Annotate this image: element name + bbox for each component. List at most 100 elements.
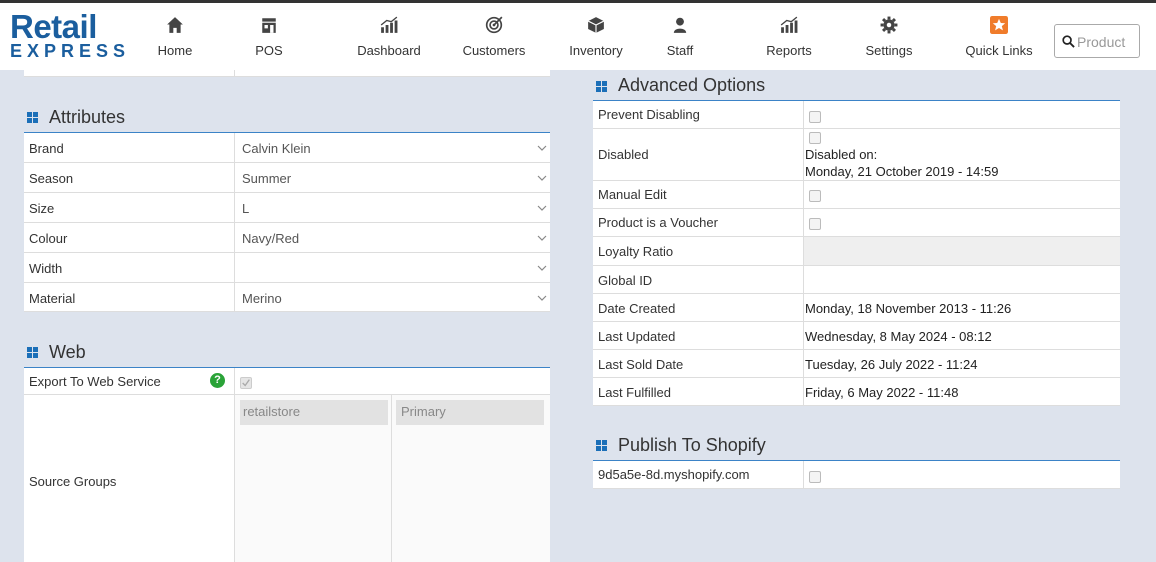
last-updated-row: Last Updated Wednesday, 8 May 2024 - 08:… — [593, 322, 1120, 350]
attribute-label: Size — [29, 201, 55, 216]
logo-line2: EXPRESS — [10, 41, 131, 61]
loyalty-ratio-row: Loyalty Ratio — [593, 237, 1120, 266]
export-checkbox[interactable] — [240, 377, 252, 389]
global-id-field[interactable] — [804, 266, 1120, 293]
material-select[interactable]: Merino — [235, 283, 550, 311]
disabled-on-label: Disabled on: — [805, 147, 878, 162]
season-value: Summer — [242, 171, 292, 186]
manual-edit-checkbox[interactable] — [809, 190, 821, 202]
target-icon — [460, 13, 528, 37]
prevent-disabling-row: Prevent Disabling — [593, 101, 1120, 129]
shopify-publish-checkbox[interactable] — [809, 471, 821, 483]
nav-home[interactable]: Home — [150, 13, 200, 67]
nav-staff-label: Staff — [666, 43, 694, 58]
web-table: Export To Web Service ? Source Groups re… — [24, 368, 550, 562]
search-icon — [1062, 35, 1075, 48]
shopify-section-title: Publish To Shopify — [593, 429, 1120, 461]
last-updated-label: Last Updated — [598, 329, 676, 344]
web-section-title: Web — [24, 336, 550, 368]
previous-section-row — [24, 70, 550, 77]
source-groups-selected-list: Primary — [392, 395, 550, 562]
bar-chart-icon — [352, 13, 426, 37]
source-group-primary[interactable]: Primary — [396, 400, 544, 425]
advanced-options-table: Prevent Disabling Disabled Disabled on: … — [593, 101, 1120, 406]
nav-staff[interactable]: Staff — [660, 13, 700, 67]
export-label: Export To Web Service — [29, 374, 161, 389]
top-navigation-bar: Retail EXPRESS Home POS Dashboard Custom… — [0, 0, 1156, 70]
search-input[interactable] — [1077, 31, 1137, 53]
nav-pos[interactable]: POS — [245, 13, 293, 67]
brand-value: Calvin Klein — [242, 141, 311, 156]
last-sold-label: Last Sold Date — [598, 357, 684, 372]
loyalty-ratio-label: Loyalty Ratio — [598, 244, 674, 259]
source-groups-row: Source Groups retailstore Primary — [24, 395, 550, 562]
last-fulfilled-row: Last Fulfilled Friday, 6 May 2022 - 11:4… — [593, 378, 1120, 406]
last-sold-row: Last Sold Date Tuesday, 26 July 2022 - 1… — [593, 350, 1120, 378]
star-icon — [962, 13, 1036, 37]
nav-inventory[interactable]: Inventory — [564, 13, 628, 67]
voucher-checkbox[interactable] — [809, 218, 821, 230]
shopify-table: 9d5a5e-8d.myshopify.com — [593, 461, 1120, 489]
chevron-down-icon — [537, 235, 547, 241]
nav-customers[interactable]: Customers — [460, 13, 528, 67]
attribute-row-season: Season Summer — [24, 163, 550, 193]
attribute-row-material: Material Merino — [24, 283, 550, 312]
loyalty-ratio-field[interactable] — [804, 237, 1120, 265]
nav-home-label: Home — [157, 43, 193, 58]
attributes-table: Brand Calvin Klein Season Summer Size L … — [24, 133, 550, 312]
retail-express-logo[interactable]: Retail EXPRESS — [10, 10, 131, 61]
grid-icon — [596, 440, 607, 451]
nav-quick-links[interactable]: Quick Links — [962, 13, 1036, 67]
source-groups-label: Source Groups — [29, 474, 117, 489]
size-select[interactable]: L — [235, 193, 550, 222]
grid-icon — [27, 347, 38, 358]
chevron-down-icon — [537, 205, 547, 211]
attribute-row-brand: Brand Calvin Klein — [24, 133, 550, 163]
brand-select[interactable]: Calvin Klein — [235, 133, 550, 162]
home-icon — [150, 13, 200, 37]
help-icon[interactable]: ? — [210, 373, 225, 388]
bar-chart-icon — [762, 13, 816, 37]
chevron-down-icon — [537, 295, 547, 301]
product-search[interactable] — [1054, 24, 1140, 58]
colour-select[interactable]: Navy/Red — [235, 223, 550, 252]
global-id-label: Global ID — [598, 273, 653, 288]
disabled-row: Disabled Disabled on: Monday, 21 October… — [593, 129, 1120, 181]
season-select[interactable]: Summer — [235, 163, 550, 192]
nav-settings-label: Settings — [865, 43, 913, 58]
width-select[interactable] — [235, 253, 550, 282]
shopify-store-row: 9d5a5e-8d.myshopify.com — [593, 461, 1120, 489]
nav-reports-label: Reports — [766, 43, 812, 58]
nav-dashboard[interactable]: Dashboard — [352, 13, 426, 67]
advanced-options-title: Advanced Options — [618, 75, 766, 95]
colour-value: Navy/Red — [242, 231, 300, 246]
attribute-label: Season — [29, 171, 74, 186]
attribute-row-colour: Colour Navy/Red — [24, 223, 550, 253]
attribute-label: Brand — [29, 141, 64, 156]
last-fulfilled-value: Friday, 6 May 2022 - 11:48 — [805, 385, 959, 400]
date-created-value: Monday, 18 November 2013 - 11:26 — [805, 301, 1012, 316]
web-title: Web — [49, 342, 86, 362]
grid-icon — [596, 81, 607, 92]
export-row: Export To Web Service ? — [24, 368, 550, 395]
size-value: L — [242, 201, 250, 216]
attribute-row-size: Size L — [24, 193, 550, 223]
box-icon — [564, 13, 628, 37]
nav-inventory-label: Inventory — [569, 43, 623, 58]
manual-edit-row: Manual Edit — [593, 181, 1120, 209]
manual-edit-label: Manual Edit — [598, 187, 667, 202]
nav-reports[interactable]: Reports — [762, 13, 816, 67]
nav-settings[interactable]: Settings — [862, 13, 916, 67]
last-fulfilled-label: Last Fulfilled — [598, 385, 671, 400]
attribute-row-width: Width — [24, 253, 550, 283]
disabled-checkbox[interactable] — [809, 132, 821, 144]
nav-customers-label: Customers — [462, 43, 526, 58]
date-created-label: Date Created — [598, 301, 676, 316]
attribute-label: Width — [29, 261, 63, 276]
attribute-label: Colour — [29, 231, 68, 246]
source-group-retailstore[interactable]: retailstore — [240, 400, 388, 425]
global-id-row: Global ID — [593, 266, 1120, 294]
last-updated-value: Wednesday, 8 May 2024 - 08:12 — [805, 329, 992, 344]
voucher-row: Product is a Voucher — [593, 209, 1120, 237]
prevent-disabling-checkbox[interactable] — [809, 111, 821, 123]
